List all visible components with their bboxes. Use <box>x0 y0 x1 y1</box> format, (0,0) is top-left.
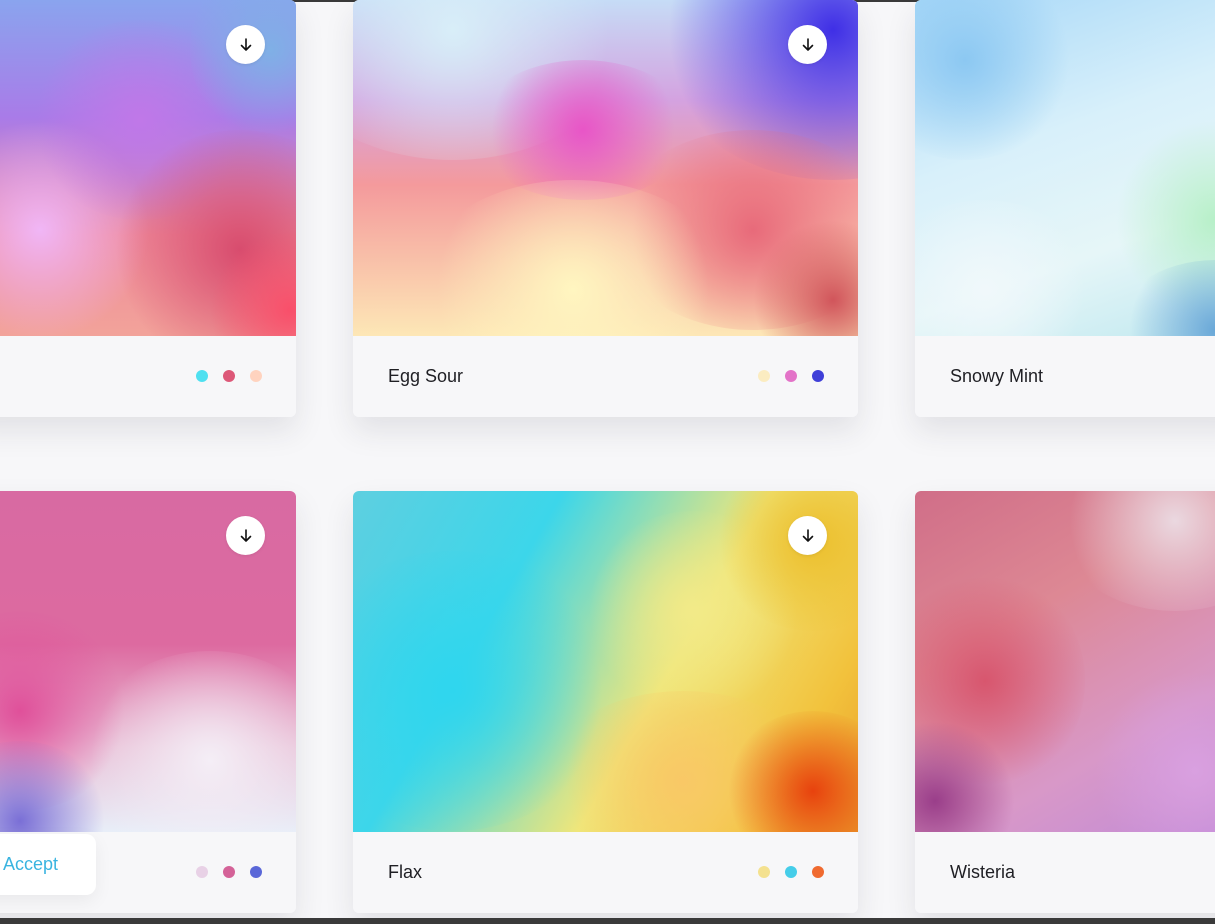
gradient-preview[interactable] <box>915 0 1215 336</box>
arrow-down-icon <box>240 37 251 51</box>
color-dots <box>196 866 262 878</box>
color-swatch[interactable] <box>758 370 770 382</box>
cookie-accept-button[interactable]: Accept <box>0 834 96 895</box>
gradient-card-flax[interactable]: Flax <box>353 491 858 913</box>
color-swatch[interactable] <box>250 866 262 878</box>
gradient-title[interactable]: Flax <box>388 862 422 883</box>
card-footer: Flax <box>353 832 858 913</box>
card-footer: Egg Sour <box>353 336 858 417</box>
color-swatch[interactable] <box>785 370 797 382</box>
color-swatch[interactable] <box>223 370 235 382</box>
window-bottom-border <box>0 918 1215 924</box>
arrow-down-icon <box>802 528 813 542</box>
download-button[interactable] <box>788 516 827 555</box>
accept-label: Accept <box>3 854 59 874</box>
arrow-down-icon <box>802 37 813 51</box>
color-swatch[interactable] <box>196 866 208 878</box>
color-swatch[interactable] <box>223 866 235 878</box>
gradient-preview[interactable] <box>915 491 1215 832</box>
gradient-preview[interactable] <box>353 0 858 336</box>
color-swatch[interactable] <box>758 866 770 878</box>
color-dots <box>758 866 824 878</box>
arrow-down-icon <box>240 528 251 542</box>
color-swatch[interactable] <box>196 370 208 382</box>
color-swatch[interactable] <box>785 866 797 878</box>
gradient-title[interactable]: Egg Sour <box>388 366 463 387</box>
gradient-preview[interactable] <box>353 491 858 832</box>
gradient-card-egg-sour[interactable]: Egg Sour <box>353 0 858 417</box>
gradient-card-wisteria[interactable]: Wisteria <box>915 491 1215 913</box>
color-swatch[interactable] <box>250 370 262 382</box>
gradient-card-snowy-mint[interactable]: Snowy Mint <box>915 0 1215 417</box>
color-dots <box>758 370 824 382</box>
download-button[interactable] <box>226 25 265 64</box>
download-button[interactable] <box>226 516 265 555</box>
gradient-title[interactable]: Snowy Mint <box>950 366 1043 387</box>
gradient-card-1[interactable] <box>0 0 296 417</box>
gradient-title[interactable]: Wisteria <box>950 862 1015 883</box>
download-button[interactable] <box>788 25 827 64</box>
color-swatch[interactable] <box>812 370 824 382</box>
color-dots <box>196 370 262 382</box>
card-footer: Snowy Mint <box>915 336 1215 417</box>
card-footer <box>0 336 296 417</box>
color-swatch[interactable] <box>812 866 824 878</box>
card-footer: Wisteria <box>915 832 1215 913</box>
